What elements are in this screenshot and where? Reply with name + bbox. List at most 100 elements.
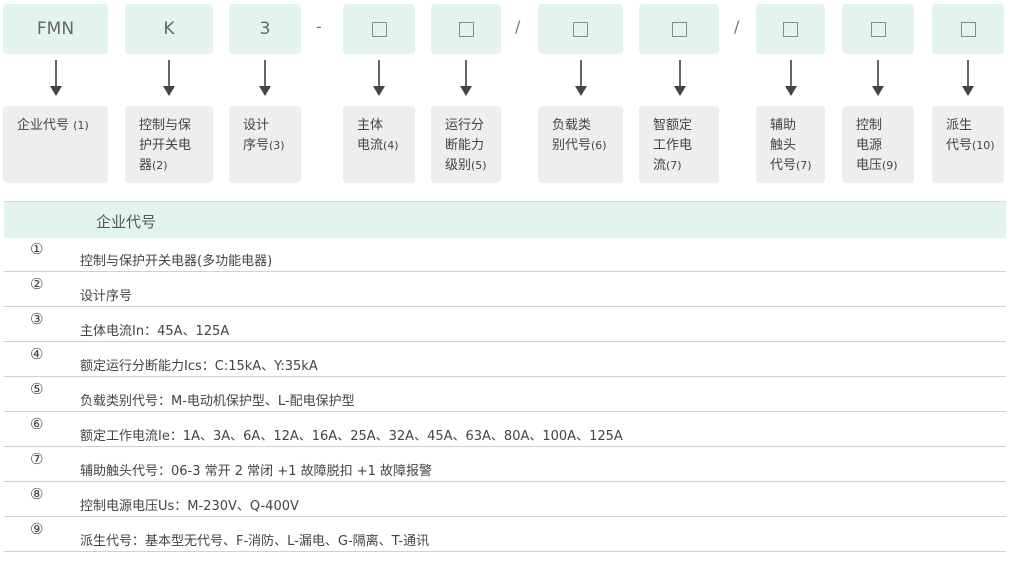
row-marker: ⑧: [30, 485, 44, 503]
desc-box-enterprise-code: 企业代号 (1): [3, 106, 108, 183]
table-header-title: 企业代号: [96, 213, 157, 231]
code-text: FMN: [36, 19, 75, 39]
table-row: ④ 额定运行分断能力Ics：C:15kA、Y:35kA: [4, 342, 1006, 377]
desc-number: (7): [796, 159, 812, 172]
desc-number: (4): [383, 139, 399, 152]
desc-line: 设计: [243, 118, 270, 133]
code-box-6: [538, 4, 623, 54]
desc-line: 代号: [946, 138, 973, 153]
desc-line: 级别: [445, 158, 472, 173]
row-text: 额定工作电流Ie：1A、3A、6A、12A、16A、25A、32A、45A、63…: [80, 429, 623, 444]
row-text: 设计序号: [80, 289, 133, 304]
table-row: ⑧ 控制电源电压Us：M-230V、Q-400V: [4, 482, 1006, 517]
code-box-10: [932, 4, 1004, 54]
separator-slash: /: [515, 17, 521, 36]
code-box-5: [431, 4, 501, 54]
code-box-3: 3: [229, 4, 301, 54]
row-marker: ⑤: [30, 380, 44, 398]
separator-dash: -: [316, 17, 322, 36]
arrow-down-icon: [49, 58, 63, 100]
code-box-4: [343, 4, 415, 54]
desc-line: 辅助: [770, 118, 797, 133]
desc-line: 智额定: [653, 118, 693, 133]
placeholder-square-icon: [783, 21, 798, 37]
desc-line: 护开关电: [139, 138, 192, 153]
table-row: ⑤ 负载类别代号：M-电动机保护型、L-配电保护型: [4, 377, 1006, 412]
table-row: ① 控制与保护开关电器(多功能电器): [4, 237, 1006, 272]
desc-line: 负载类: [552, 118, 592, 133]
arrow-down-icon: [871, 58, 885, 100]
separator-slash: /: [734, 17, 740, 36]
code-box-8: [756, 4, 825, 54]
desc-line: 流: [653, 158, 667, 173]
desc-box-aux-contact: 辅助 触头 代号(7): [756, 106, 825, 183]
code-box-2: K: [125, 4, 213, 54]
row-text: 主体电流In：45A、125A: [80, 324, 230, 339]
row-marker: ⑦: [30, 450, 44, 468]
code-text: K: [163, 19, 175, 39]
table-header: 企业代号: [4, 201, 1006, 238]
desc-line: 代号: [770, 158, 797, 173]
code-box-1: FMN: [3, 4, 108, 54]
desc-line: 电流: [357, 138, 384, 153]
table-row: ⑥ 额定工作电流Ie：1A、3A、6A、12A、16A、25A、32A、45A、…: [4, 412, 1006, 447]
row-marker: ⑨: [30, 520, 44, 538]
row-marker: ①: [30, 240, 44, 258]
desc-line: 运行分: [445, 118, 485, 133]
desc-box-derived-code: 派生 代号(10): [932, 106, 1004, 183]
desc-number: (6): [591, 139, 607, 152]
arrow-down-icon: [372, 58, 386, 100]
arrow-down-icon: [673, 58, 687, 100]
desc-line: 序号: [243, 138, 270, 153]
row-marker: ⑥: [30, 415, 44, 433]
desc-line: 企业代号: [17, 118, 70, 133]
placeholder-square-icon: [870, 21, 886, 37]
desc-box-control-voltage: 控制 电源 电压(9): [842, 106, 914, 183]
placeholder-square-icon: [573, 21, 588, 37]
placeholder-square-icon: [371, 21, 387, 37]
desc-box-design-serial: 设计 序号(3): [229, 106, 301, 183]
desc-box-main-current: 主体 电流(4): [343, 106, 415, 183]
placeholder-square-icon: [671, 21, 687, 37]
row-text: 负载类别代号：M-电动机保护型、L-配电保护型: [80, 394, 355, 409]
table-row: ② 设计序号: [4, 272, 1006, 307]
desc-number: (9): [882, 159, 898, 172]
arrow-down-icon: [459, 58, 473, 100]
placeholder-square-icon: [458, 21, 474, 37]
arrow-down-icon: [784, 58, 798, 100]
desc-box-protection-switch: 控制与保 护开关电 器(2): [125, 106, 213, 183]
table-row: ③ 主体电流In：45A、125A: [4, 307, 1006, 342]
desc-box-load-category: 负载类 别代号(6): [538, 106, 623, 183]
desc-line: 控制: [856, 118, 883, 133]
arrow-down-icon: [258, 58, 272, 100]
desc-line: 派生: [946, 118, 973, 133]
desc-line: 别代号: [552, 138, 592, 153]
code-box-9: [842, 4, 914, 54]
desc-line: 电源: [856, 138, 883, 153]
row-text: 额定运行分断能力Ics：C:15kA、Y:35kA: [80, 359, 318, 374]
desc-line: 器: [139, 158, 153, 173]
desc-number: (2): [152, 159, 168, 172]
desc-box-rated-current: 智额定 工作电 流(7): [639, 106, 719, 183]
row-marker: ④: [30, 345, 44, 363]
desc-line: 控制与保: [139, 118, 192, 133]
desc-number: (3): [269, 139, 285, 152]
table-row: ⑦ 辅助触头代号：06-3 常开 2 常闭 +1 故障脱扣 +1 故障报警: [4, 447, 1006, 482]
code-text: 3: [259, 19, 271, 39]
arrow-down-icon: [162, 58, 176, 100]
desc-line: 电压: [856, 158, 883, 173]
desc-line: 工作电: [653, 138, 693, 153]
placeholder-square-icon: [960, 21, 976, 37]
desc-number: (7): [666, 159, 682, 172]
desc-box-breaking-capacity: 运行分 断能力 级别(5): [431, 106, 501, 183]
desc-line: 断能力: [445, 138, 485, 153]
arrow-down-icon: [574, 58, 588, 100]
row-text: 控制与保护开关电器(多功能电器): [80, 254, 273, 269]
row-text: 辅助触头代号：06-3 常开 2 常闭 +1 故障脱扣 +1 故障报警: [80, 464, 433, 479]
row-marker: ③: [30, 310, 44, 328]
arrow-down-icon: [961, 58, 975, 100]
row-marker: ②: [30, 275, 44, 293]
row-text: 派生代号：基本型无代号、F-消防、L-漏电、G-隔离、T-通讯: [80, 534, 430, 549]
table-row: ⑨ 派生代号：基本型无代号、F-消防、L-漏电、G-隔离、T-通讯: [4, 517, 1006, 552]
desc-number: (1): [73, 119, 89, 132]
